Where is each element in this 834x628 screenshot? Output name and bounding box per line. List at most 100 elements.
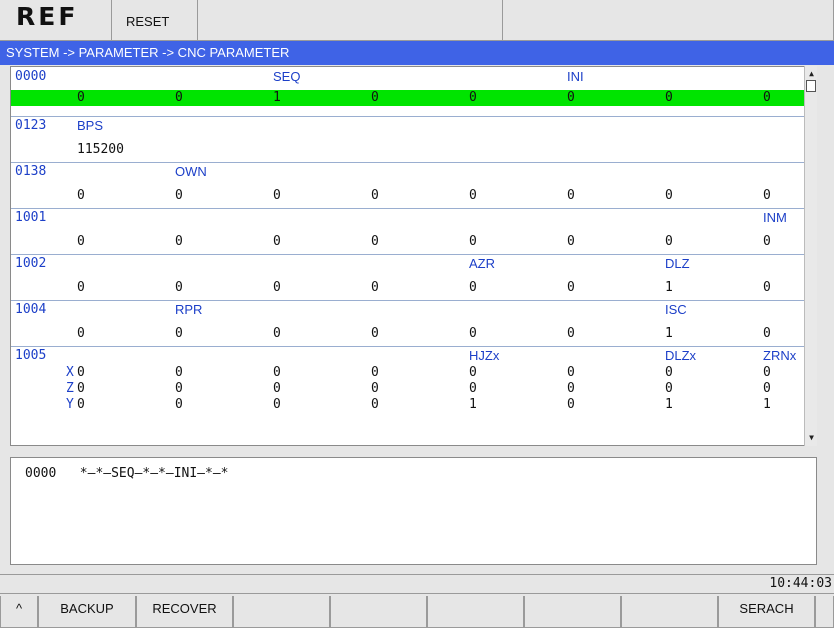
bit-value[interactable]: 0 [273, 280, 281, 295]
bit-value[interactable]: 0 [371, 397, 379, 412]
param-row[interactable]: 0123 BPS 115200 [11, 116, 816, 163]
param-row[interactable]: 1001 INM 0 0 0 0 0 0 0 0 [11, 208, 816, 255]
softkey-empty[interactable] [621, 596, 718, 628]
scrollbar[interactable]: ▲ ▼ [804, 66, 817, 446]
bit-value[interactable]: 0 [763, 90, 771, 105]
softkey-bar: ^ BACKUP RECOVER SERACH [0, 596, 834, 628]
scroll-down-icon[interactable]: ▼ [806, 432, 817, 443]
bit-value[interactable]: 0 [763, 381, 771, 396]
softkey-prev-icon[interactable]: ^ [0, 596, 38, 628]
bit-value[interactable]: 0 [371, 326, 379, 341]
bit-value[interactable]: 0 [469, 326, 477, 341]
bit-value[interactable]: 0 [763, 326, 771, 341]
selected-value-row [11, 90, 816, 106]
bit-value[interactable]: 0 [763, 234, 771, 249]
bit-value[interactable]: 0 [567, 234, 575, 249]
bit-value[interactable]: 115200 [77, 142, 124, 157]
bit-value[interactable]: 0 [665, 90, 673, 105]
bit-value[interactable]: 0 [175, 326, 183, 341]
bit-value[interactable]: 0 [469, 188, 477, 203]
bit-value[interactable]: 1 [665, 326, 673, 341]
clock: 10:44:03 [769, 576, 832, 591]
param-row[interactable]: 1002 AZR DLZ 0 0 0 0 0 0 1 0 [11, 254, 816, 301]
bit-value[interactable]: 0 [77, 280, 85, 295]
bit-value[interactable]: 0 [665, 381, 673, 396]
bit-value[interactable]: 0 [371, 188, 379, 203]
bit-value[interactable]: 0 [371, 381, 379, 396]
bit-value[interactable]: 0 [77, 326, 85, 341]
bit-value[interactable]: 0 [273, 365, 281, 380]
bit-value[interactable]: 1 [763, 397, 771, 412]
bit-label: AZR [469, 256, 495, 271]
bit-value[interactable]: 0 [77, 90, 85, 105]
softkey-empty[interactable] [524, 596, 621, 628]
scroll-thumb[interactable] [806, 80, 816, 92]
bit-value[interactable]: 1 [665, 280, 673, 295]
bit-value[interactable]: 0 [273, 397, 281, 412]
bit-value[interactable]: 0 [567, 90, 575, 105]
scroll-up-icon[interactable]: ▲ [806, 68, 817, 79]
bit-value[interactable]: 0 [567, 365, 575, 380]
bit-value[interactable]: 0 [371, 365, 379, 380]
bit-value[interactable]: 1 [665, 397, 673, 412]
bit-label: INM [763, 210, 787, 225]
bit-value[interactable]: 0 [763, 280, 771, 295]
softkey-empty[interactable] [330, 596, 427, 628]
bit-value[interactable]: 0 [665, 188, 673, 203]
bit-value[interactable]: 0 [175, 90, 183, 105]
search-button[interactable]: SERACH [718, 596, 815, 628]
reset-status: RESET [112, 0, 198, 40]
bit-value[interactable]: 0 [469, 365, 477, 380]
bit-value[interactable]: 1 [273, 90, 281, 105]
bit-value[interactable]: 0 [469, 90, 477, 105]
bit-label: OWN [175, 164, 207, 179]
softkey-empty[interactable] [233, 596, 330, 628]
bit-value[interactable]: 0 [371, 280, 379, 295]
bit-value[interactable]: 0 [567, 381, 575, 396]
bit-value[interactable]: 0 [175, 365, 183, 380]
bit-value[interactable]: 0 [665, 234, 673, 249]
bit-value[interactable]: 0 [175, 234, 183, 249]
bit-value[interactable]: 0 [567, 326, 575, 341]
bit-value[interactable]: 0 [665, 365, 673, 380]
bit-value[interactable]: 0 [175, 188, 183, 203]
top-bar: REF RESET [0, 0, 834, 41]
bit-label: BPS [77, 118, 104, 133]
bit-value[interactable]: 0 [469, 381, 477, 396]
bit-value[interactable]: 1 [469, 397, 477, 412]
param-number: 1005 [15, 348, 47, 363]
recover-button[interactable]: RECOVER [136, 596, 233, 628]
softkey-empty[interactable] [815, 596, 834, 628]
bit-value[interactable]: 0 [763, 188, 771, 203]
param-row[interactable]: 1005 HJZx DLZx ZRNx X 0 0 0 0 0 0 0 0 Z 0 0 0 0 0 0 0 0 Y 0 0 0 0 1… [11, 346, 816, 445]
bit-value[interactable]: 0 [567, 188, 575, 203]
bit-value[interactable]: 0 [273, 381, 281, 396]
param-row[interactable]: 1004 RPR ISC 0 0 0 0 0 0 1 0 [11, 300, 816, 347]
bit-value[interactable]: 0 [273, 234, 281, 249]
bit-value[interactable]: 0 [273, 326, 281, 341]
bit-value[interactable]: 0 [77, 365, 85, 380]
bit-value[interactable]: 0 [77, 381, 85, 396]
bit-value[interactable]: 0 [567, 280, 575, 295]
parameter-list[interactable]: 0000 SEQ INI 0 0 1 0 0 0 0 0 0123 BPS 115200 0138 OWN 0 0… [10, 66, 817, 446]
value-row [11, 142, 816, 158]
bit-value[interactable]: 0 [763, 365, 771, 380]
bit-value[interactable]: 0 [273, 188, 281, 203]
bit-value[interactable]: 0 [371, 234, 379, 249]
param-row[interactable]: 0000 SEQ INI 0 0 1 0 0 0 0 0 [11, 67, 816, 117]
bit-value[interactable]: 0 [469, 280, 477, 295]
softkey-empty[interactable] [427, 596, 524, 628]
bit-value[interactable]: 0 [175, 381, 183, 396]
bit-value[interactable]: 0 [371, 90, 379, 105]
backup-button[interactable]: BACKUP [38, 596, 136, 628]
bit-value[interactable]: 0 [175, 397, 183, 412]
bit-label: RPR [175, 302, 203, 317]
value-row [11, 326, 816, 342]
bit-value[interactable]: 0 [567, 397, 575, 412]
bit-value[interactable]: 0 [77, 234, 85, 249]
bit-value[interactable]: 0 [77, 188, 85, 203]
bit-value[interactable]: 0 [175, 280, 183, 295]
param-row[interactable]: 0138 OWN 0 0 0 0 0 0 0 0 [11, 162, 816, 209]
bit-value[interactable]: 0 [77, 397, 85, 412]
bit-value[interactable]: 0 [469, 234, 477, 249]
